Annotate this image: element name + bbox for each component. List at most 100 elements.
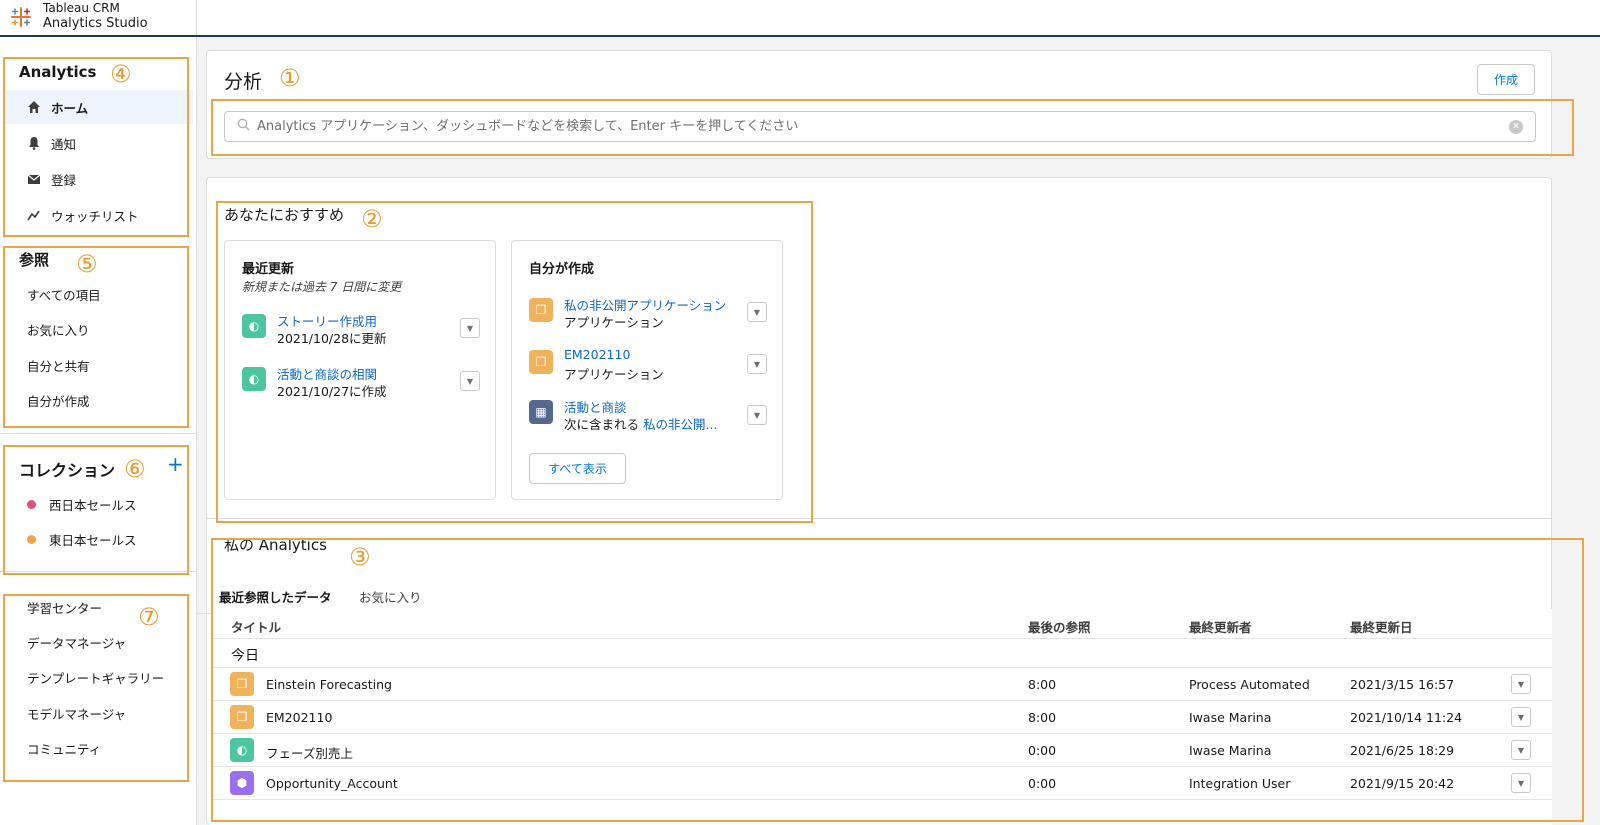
bell-icon xyxy=(27,136,41,150)
search-input[interactable] xyxy=(257,112,1509,141)
sidebar-item-favorites[interactable]: お気に入り xyxy=(6,312,193,346)
row-title[interactable]: Einstein Forecasting xyxy=(266,677,392,692)
sidebar-item-template-gallery[interactable]: テンプレートギャラリー xyxy=(6,660,193,694)
column-updated-date[interactable]: 最終更新日 xyxy=(1350,617,1413,636)
recent-updates-subtitle: 新規または過去 7 日間に変更 xyxy=(242,280,402,294)
sidebar-item-label: 登録 xyxy=(51,172,77,188)
item-menu-button[interactable]: ▼ xyxy=(747,354,767,374)
sidebar-item-label: 学習センター xyxy=(27,600,103,616)
row-updated-by: Iwase Marina xyxy=(1189,743,1272,758)
product-line2: Analytics Studio xyxy=(43,16,148,31)
sidebar-item-home[interactable]: ホーム xyxy=(6,90,193,124)
sidebar-item-subscriptions[interactable]: 登録 xyxy=(6,162,193,196)
table-row-partial xyxy=(211,800,1552,825)
row-updated-date: 2021/6/25 18:29 xyxy=(1350,743,1455,758)
row-title[interactable]: EM202110 xyxy=(266,710,332,725)
create-button[interactable]: 作成 xyxy=(1477,64,1535,95)
created-item: ❐ EM202110 アプリケーション xyxy=(529,347,769,387)
sidebar-item-label: ウォッチリスト xyxy=(51,208,139,224)
sidebar-item-data-manager[interactable]: データマネージャ xyxy=(6,625,193,659)
row-menu-button[interactable]: ▼ xyxy=(1511,740,1531,760)
item-menu-button[interactable]: ▼ xyxy=(747,405,767,425)
app-logo-area[interactable]: Tableau CRM Analytics Studio xyxy=(0,0,197,35)
created-item-type: アプリケーション xyxy=(564,315,664,330)
dashboard-icon: ▦ xyxy=(529,400,553,424)
annotation-number-6: ⑥ xyxy=(124,455,146,483)
app-icon: ❐ xyxy=(230,672,254,696)
row-menu-button[interactable]: ▼ xyxy=(1511,674,1531,694)
analytics-header-card: 分析 作成 ✕ xyxy=(206,50,1552,159)
sidebar-item-learning-center[interactable]: 学習センター xyxy=(6,590,193,624)
column-last-viewed[interactable]: 最後の参照 xyxy=(1028,617,1091,636)
item-menu-button[interactable]: ▼ xyxy=(460,318,480,338)
created-item: ▦ 活動と商談 次に含まれる 私の非公開... xyxy=(529,397,769,437)
collection-color-dot xyxy=(27,534,36,544)
sidebar-item-all-items[interactable]: すべての項目 xyxy=(6,277,193,311)
row-menu-button[interactable]: ▼ xyxy=(1511,773,1531,793)
annotation-number-5: ⑤ xyxy=(76,250,98,278)
group-header-today: 今日 xyxy=(211,639,1552,668)
sidebar-item-collection-west[interactable]: 西日本セールス xyxy=(6,487,193,521)
row-title[interactable]: フェーズ別売上 xyxy=(266,743,353,762)
table-row[interactable]: ◐ フェーズ別売上 0:00 Iwase Marina 2021/6/25 18… xyxy=(211,734,1552,767)
sidebar-item-label: すべての項目 xyxy=(27,287,101,303)
item-menu-button[interactable]: ▼ xyxy=(460,371,480,391)
story-icon: ◐ xyxy=(230,738,254,762)
row-title[interactable]: Opportunity_Account xyxy=(266,776,398,791)
sidebar-item-label: 自分と共有 xyxy=(27,358,90,374)
tab-favorites[interactable]: お気に入り xyxy=(359,587,422,606)
main-content: 分析 作成 ✕ あなたにおすすめ 最近更新 新規または過去 7 日間に変更 ◐ … xyxy=(197,37,1600,825)
clear-search-icon[interactable]: ✕ xyxy=(1509,119,1523,134)
sidebar-item-notifications[interactable]: 通知 xyxy=(6,126,193,160)
row-updated-date: 2021/10/14 11:24 xyxy=(1350,710,1463,725)
search-box[interactable]: ✕ xyxy=(224,111,1536,142)
table-header: タイトル 最後の参照 最終更新者 最終更新日 xyxy=(211,609,1552,639)
row-updated-by: Iwase Marina xyxy=(1189,710,1272,725)
row-updated-by: Integration User xyxy=(1189,776,1291,791)
created-item-link[interactable]: EM202110 xyxy=(564,347,630,362)
table-row[interactable]: ⬢ Opportunity_Account 0:00 Integration U… xyxy=(211,767,1552,800)
my-analytics-title: 私の Analytics xyxy=(224,536,327,554)
view-all-button[interactable]: すべて表示 xyxy=(529,453,626,484)
created-item: ❐ 私の非公開アプリケーション アプリケーション xyxy=(529,295,769,335)
created-by-me-card: 自分が作成 ❐ 私の非公開アプリケーション アプリケーション ▼ ❐ EM202… xyxy=(511,240,783,500)
story-icon: ◐ xyxy=(242,314,266,338)
sidebar-collections-title: コレクション xyxy=(19,461,116,480)
row-menu-button[interactable]: ▼ xyxy=(1511,707,1531,727)
table-row[interactable]: ❐ Einstein Forecasting 8:00 Process Auto… xyxy=(211,668,1552,701)
sidebar-item-shared[interactable]: 自分と共有 xyxy=(6,348,193,382)
sidebar-item-label: 通知 xyxy=(51,136,77,152)
recent-updates-card: 最近更新 新規または過去 7 日間に変更 ◐ ストーリー作成用 2021/10/… xyxy=(224,240,496,500)
trend-icon xyxy=(27,208,41,222)
annotation-number-7: ⑦ xyxy=(138,603,160,631)
row-last-viewed: 8:00 xyxy=(1028,710,1057,725)
item-menu-button[interactable]: ▼ xyxy=(747,302,767,322)
table-row[interactable]: ❐ EM202110 8:00 Iwase Marina 2021/10/14 … xyxy=(211,701,1552,734)
my-analytics-tabs: 最近参照したデータ お気に入り xyxy=(197,574,1552,614)
recent-item: ◐ ストーリー作成用 2021/10/28に更新 xyxy=(242,311,482,351)
sidebar-item-label: 西日本セールス xyxy=(49,497,137,513)
sidebar-item-label: テンプレートギャラリー xyxy=(27,670,165,686)
add-collection-button[interactable]: + xyxy=(167,452,184,476)
column-title[interactable]: タイトル xyxy=(231,617,281,636)
sidebar-item-created-by-me[interactable]: 自分が作成 xyxy=(6,383,193,417)
recommend-title: あなたにおすすめ xyxy=(224,206,345,224)
sidebar-item-community[interactable]: コミュニティ xyxy=(6,731,193,765)
recent-updates-title: 最近更新 xyxy=(242,262,295,277)
sidebar-item-watchlist[interactable]: ウォッチリスト xyxy=(6,198,193,232)
annotation-number-2: ② xyxy=(361,205,383,233)
tab-recently-viewed[interactable]: 最近参照したデータ xyxy=(219,587,332,606)
sidebar-item-label: モデルマネージャ xyxy=(27,706,127,722)
recent-item-date: 2021/10/28に更新 xyxy=(277,331,387,346)
search-icon xyxy=(237,118,251,135)
container-link[interactable]: 私の非公開... xyxy=(643,417,717,432)
row-last-viewed: 0:00 xyxy=(1028,743,1057,758)
section-divider xyxy=(207,518,1551,519)
sidebar-divider xyxy=(0,433,197,434)
sidebar-item-collection-east[interactable]: 東日本セールス xyxy=(6,522,193,556)
sidebar-item-model-manager[interactable]: モデルマネージャ xyxy=(6,696,193,730)
product-line1: Tableau CRM xyxy=(43,1,120,15)
sidebar-browse-title: 参照 xyxy=(19,251,50,269)
row-last-viewed: 0:00 xyxy=(1028,776,1057,791)
column-updated-by[interactable]: 最終更新者 xyxy=(1189,617,1252,636)
